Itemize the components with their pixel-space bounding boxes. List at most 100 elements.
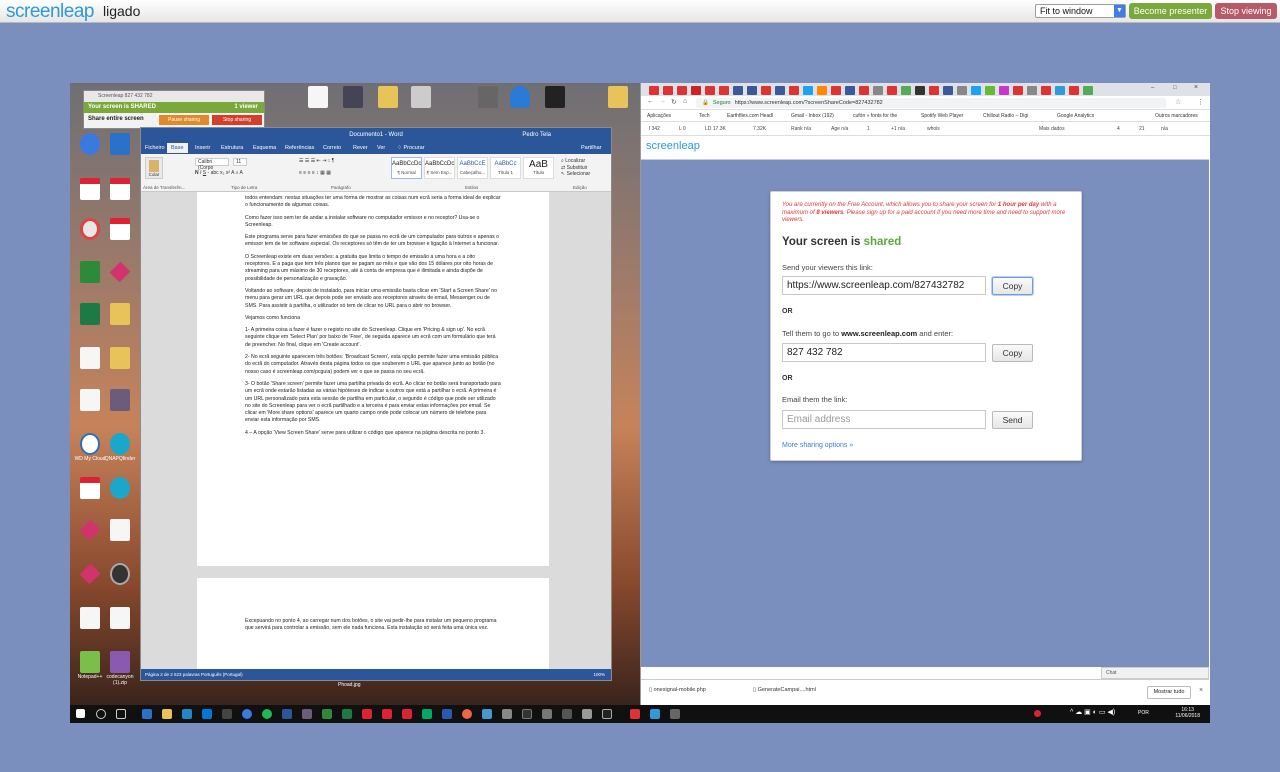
desktop-icon-image[interactable] xyxy=(335,86,371,108)
tab-ficheiro[interactable]: Ficheiro xyxy=(145,143,165,153)
browser-tab[interactable] xyxy=(1069,86,1079,95)
tab-inserir[interactable]: Inserir xyxy=(195,143,210,153)
tab-correio[interactable]: Correio xyxy=(323,143,341,153)
photoshop-icon[interactable] xyxy=(442,709,452,719)
ext-item[interactable]: L 0 xyxy=(679,126,686,132)
browser-tab[interactable] xyxy=(789,86,799,95)
bookmark-item[interactable]: Earthfiles.com Headl xyxy=(727,113,773,119)
more-data-dropdown[interactable]: Mais dados xyxy=(1039,126,1065,132)
browser-tab[interactable] xyxy=(733,86,743,95)
browser-tab[interactable] xyxy=(747,86,757,95)
ext-count[interactable]: n/a xyxy=(1161,126,1168,132)
desktop-icon-app[interactable] xyxy=(102,563,138,585)
excel-icon[interactable] xyxy=(342,709,352,719)
window-minimize-icon[interactable]: – xyxy=(1151,85,1154,91)
browser-tab[interactable] xyxy=(859,86,869,95)
ext-item[interactable]: Age n/a xyxy=(831,126,848,132)
desktop-icon-qfinder[interactable] xyxy=(102,477,138,499)
tray-icons[interactable]: ^ ☁ ▣ ◐ ▭ ◀) xyxy=(1070,708,1115,716)
style-heading-1[interactable]: AaBbCc Título 1 xyxy=(490,157,521,179)
desktop-icon-image[interactable] xyxy=(102,389,138,411)
more-sharing-options-link[interactable]: More sharing options » xyxy=(782,442,853,449)
send-email-button[interactable]: Send xyxy=(992,411,1033,429)
browser-tab[interactable] xyxy=(691,86,701,95)
screenleap-icon[interactable] xyxy=(650,709,660,719)
zoom-level[interactable]: 100% xyxy=(593,669,605,680)
record-icon[interactable] xyxy=(1034,710,1041,717)
file-explorer-icon[interactable] xyxy=(162,709,172,719)
tab-estrutura[interactable]: Estrutura xyxy=(221,143,243,153)
browser-tab[interactable] xyxy=(845,86,855,95)
store-icon[interactable] xyxy=(202,709,212,719)
search-icon[interactable] xyxy=(96,709,106,719)
screenleap-page-logo[interactable]: screenleap xyxy=(646,140,700,152)
tab-esquema[interactable]: Esquema xyxy=(253,143,276,153)
desktop-icon-zip[interactable]: codecanyon (1).zip xyxy=(102,651,138,686)
document-page-1[interactable]: todos entendam: nestas situações ter uma… xyxy=(197,192,549,566)
browser-tab[interactable] xyxy=(775,86,785,95)
task-view-icon[interactable] xyxy=(116,709,126,719)
share-link-field[interactable]: https://www.screenleap.com/827432782 xyxy=(782,276,986,295)
app-icon[interactable] xyxy=(482,709,492,719)
email-input[interactable]: Email address xyxy=(782,410,986,429)
show-all-downloads-button[interactable]: Mostrar tudo xyxy=(1147,686,1191,699)
browser-tab[interactable] xyxy=(677,86,687,95)
browser-tab[interactable] xyxy=(873,86,883,95)
stop-sharing-button[interactable]: Stop sharing xyxy=(212,115,262,125)
windows-start-icon[interactable] xyxy=(76,709,85,718)
ext-item[interactable]: 1 xyxy=(867,126,870,132)
browser-tab[interactable] xyxy=(649,86,659,95)
browser-tab[interactable] xyxy=(901,86,911,95)
paragraph-buttons[interactable]: ☰ ☰ ☰ ⇤ ⇥ ↕ ¶ xyxy=(299,158,334,164)
browser-tab[interactable] xyxy=(1083,86,1093,95)
app-icon[interactable] xyxy=(422,709,432,719)
desktop-icon-file[interactable] xyxy=(300,86,336,108)
desktop-icon-image[interactable] xyxy=(537,86,573,108)
desktop-icon-pdf[interactable] xyxy=(102,218,138,240)
share-mode-select[interactable]: Share entire screen xyxy=(88,116,144,122)
format-buttons[interactable]: N I S - abc x₂ x² A ⌕ A xyxy=(195,170,243,176)
star-icon[interactable]: ☆ xyxy=(1175,98,1181,106)
tab-rever[interactable]: Rever xyxy=(353,143,368,153)
bookmark-item[interactable]: Tech xyxy=(699,113,710,119)
app-icon[interactable] xyxy=(582,709,592,719)
app-icon[interactable] xyxy=(302,709,312,719)
browser-tab[interactable] xyxy=(985,86,995,95)
home-icon[interactable]: ⌂ xyxy=(683,98,687,105)
ext-item[interactable]: whois xyxy=(927,126,940,132)
desktop-icon-folder[interactable] xyxy=(102,347,138,369)
word-icon[interactable] xyxy=(282,709,292,719)
browser-tab[interactable] xyxy=(705,86,715,95)
ext-item[interactable]: LD 17.3K xyxy=(705,126,726,132)
browser-tab[interactable] xyxy=(817,86,827,95)
app-icon[interactable] xyxy=(562,709,572,719)
keyboard-language[interactable]: POR xyxy=(1138,710,1149,716)
desktop-icon-file[interactable] xyxy=(102,607,138,629)
spotify-icon[interactable] xyxy=(262,709,272,719)
tab-referencias[interactable]: Referências xyxy=(285,143,314,153)
forward-icon[interactable]: → xyxy=(659,98,666,105)
pause-sharing-button[interactable]: Pause sharing xyxy=(159,115,209,125)
browser-tab[interactable] xyxy=(915,86,925,95)
app-icon[interactable] xyxy=(602,709,612,719)
app-icon[interactable] xyxy=(630,709,640,719)
style-heading[interactable]: AaBbCcE Cabeçalho... xyxy=(457,157,488,179)
copy-link-button[interactable]: Copy xyxy=(992,277,1033,295)
copy-code-button[interactable]: Copy xyxy=(992,344,1033,362)
share-code-field[interactable]: 827 432 782 xyxy=(782,343,986,362)
ext-item[interactable]: Rank n/a xyxy=(791,126,811,132)
become-presenter-button[interactable]: Become presenter xyxy=(1129,3,1212,19)
tab-ver[interactable]: Ver xyxy=(377,143,385,153)
app-icon[interactable] xyxy=(462,709,472,719)
browser-tab[interactable] xyxy=(943,86,953,95)
address-bar[interactable]: 🔒 Seguro https://www.screenleap.com/?scree… xyxy=(696,98,1166,108)
chrome-icon[interactable] xyxy=(242,709,252,719)
paste-button[interactable]: Colar xyxy=(145,157,163,179)
browser-tab[interactable] xyxy=(929,86,939,95)
bookmark-item[interactable]: Aplicações xyxy=(647,113,671,119)
mail-icon[interactable] xyxy=(182,709,192,719)
browser-tab[interactable] xyxy=(1013,86,1023,95)
ext-count[interactable]: 21 xyxy=(1139,126,1145,132)
app-icon[interactable] xyxy=(322,709,332,719)
font-name-select[interactable]: Calibri (Corpo xyxy=(195,158,229,171)
